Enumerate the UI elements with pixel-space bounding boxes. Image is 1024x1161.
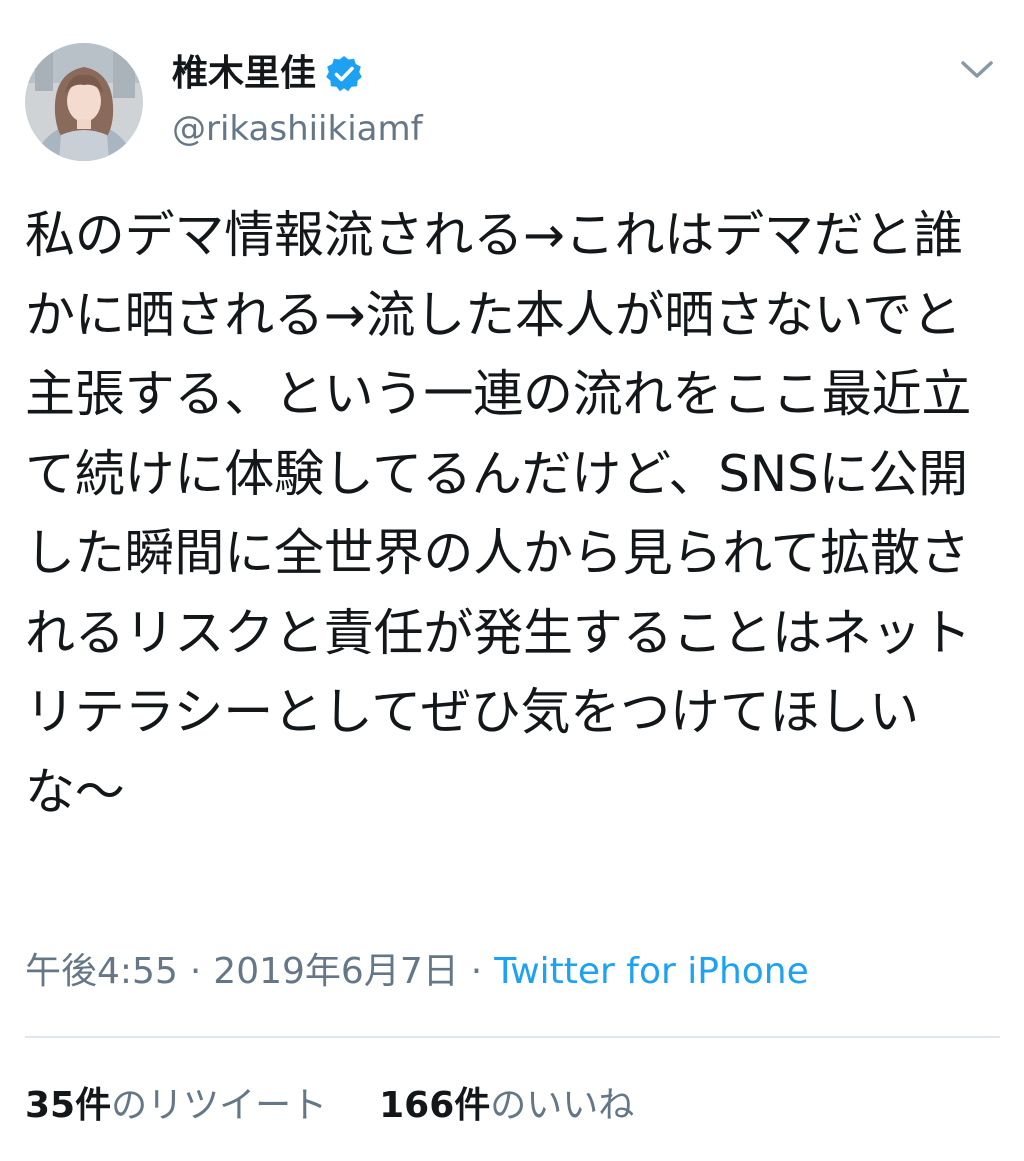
author-handle[interactable]: @rikashiikiamf: [172, 106, 423, 152]
divider: [25, 1036, 1000, 1038]
chevron-down-icon[interactable]: [958, 56, 996, 84]
likes-label: のいいね: [490, 1085, 635, 1126]
retweets-count: 35件: [25, 1085, 112, 1126]
tweet-meta: 午後4:55 · 2019年6月7日 · Twitter for iPhone: [25, 944, 809, 1000]
likes-count: 166件: [379, 1085, 491, 1126]
likes-stat[interactable]: 166件 のいいね: [379, 1076, 634, 1136]
retweets-label: のリツイート: [111, 1085, 328, 1126]
tweet-date[interactable]: 2019年6月7日: [213, 951, 458, 992]
avatar-image: [25, 43, 143, 161]
author-name-row: 椎木里佳: [172, 48, 364, 100]
tweet-header: 椎木里佳 @rikashiikiamf: [0, 0, 1024, 190]
meta-separator: ·: [189, 951, 202, 992]
meta-separator: ·: [470, 951, 483, 992]
tweet-text: 私のデマ情報流される→これはデマだと誰かに晒される→流した本人が晒さないでと主張…: [25, 206, 972, 821]
author-display-name[interactable]: 椎木里佳: [172, 48, 316, 100]
verified-badge-icon: [324, 54, 364, 94]
tweet-stats: 35件 のリツイート 166件 のいいね: [25, 1076, 634, 1136]
avatar[interactable]: [25, 43, 143, 161]
tweet-time[interactable]: 午後4:55: [25, 951, 178, 992]
retweets-stat[interactable]: 35件 のリツイート: [25, 1076, 327, 1136]
tweet-source-link[interactable]: Twitter for iPhone: [494, 951, 809, 992]
